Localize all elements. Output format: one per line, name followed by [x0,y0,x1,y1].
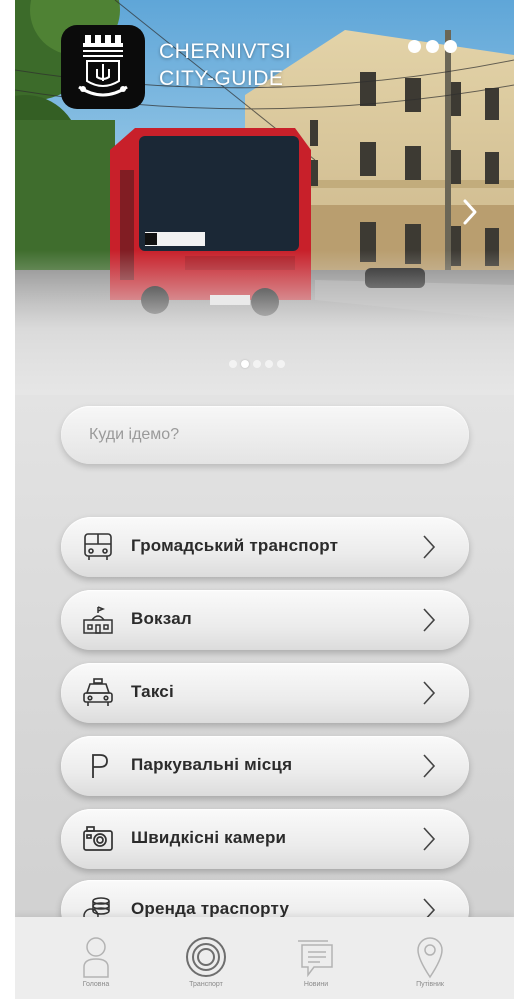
chevron-right-icon [423,681,436,705]
menu-item-taxi[interactable]: Таксі [61,663,469,723]
more-dots-icon[interactable] [408,40,457,53]
nav-item-guide[interactable]: Путівник [385,917,475,999]
chevron-right-icon[interactable] [459,197,481,227]
menu-item-label: Оренда траспорту [131,899,290,918]
pager-dot[interactable] [253,360,261,368]
hero-fade [15,250,514,395]
menu-item-label: Швидкісні камери [131,828,287,847]
chevron-right-icon [423,827,436,851]
person-icon [83,937,109,978]
menu-item-label: Вокзал [131,609,192,628]
city-crest-logo[interactable] [61,25,145,109]
hero-banner[interactable]: CHERNIVTSI CITY-GUIDE [15,0,514,395]
pager-dot[interactable] [265,360,273,368]
app-brand: CHERNIVTSI CITY-GUIDE [159,38,291,92]
nav-label: Новини [303,981,329,988]
menu-item-parking[interactable]: Паркувальні місця [61,736,469,796]
brand-line-2: CITY-GUIDE [159,67,284,90]
menu-item-speed-cameras[interactable]: Швидкісні камери [61,809,469,869]
bus-icon [84,533,112,560]
nav-item-news[interactable]: Новини [271,917,361,999]
target-icon [186,937,226,977]
camera-icon [83,826,113,851]
menu-item-label: Таксі [131,682,174,701]
chevron-right-icon [423,754,436,778]
bottom-nav: Головна Транспорт Новини Путівник [15,917,514,999]
station-icon [83,606,113,634]
nav-item-transport[interactable]: Транспорт [161,917,251,999]
carousel-pager[interactable] [229,360,285,368]
city-crest-icon [78,35,128,97]
nav-label: Транспорт [189,981,223,988]
pager-dot-active[interactable] [241,360,249,368]
search-input[interactable] [61,406,469,464]
chevron-right-icon [423,535,436,559]
location-pin-icon [417,937,443,979]
taxi-icon [83,678,113,706]
menu-item-label: Громадський транспорт [131,536,339,555]
parking-icon [92,754,108,778]
chevron-right-icon [423,608,436,632]
chat-icon [298,940,333,978]
menu-item-public-transport[interactable]: Громадський транспорт [61,517,469,577]
menu-item-label: Паркувальні місця [131,755,293,774]
pager-dot[interactable] [229,360,237,368]
app-screen: CHERNIVTSI CITY-GUIDE Гром [15,0,514,999]
nav-label: Путівник [416,981,444,988]
nav-item-home[interactable]: Головна [51,917,141,999]
menu-item-station[interactable]: Вокзал [61,590,469,650]
nav-label: Головна [82,981,110,988]
brand-line-1: CHERNIVTSI [159,40,292,63]
pager-dot[interactable] [277,360,285,368]
